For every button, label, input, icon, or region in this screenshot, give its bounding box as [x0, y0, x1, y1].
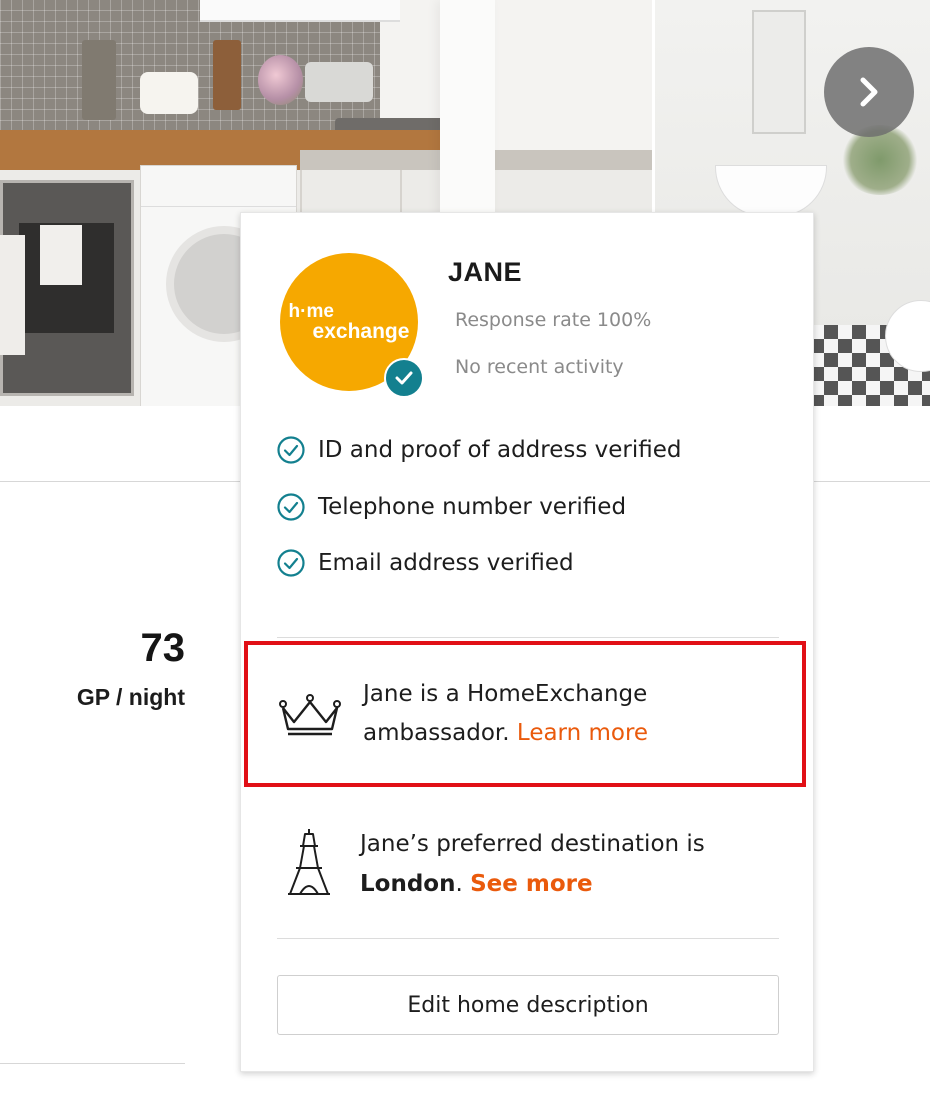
ambassador-text: Jane is a HomeExchange ambassador. Learn…	[363, 681, 649, 746]
check-circle-icon	[277, 549, 305, 577]
check-circle-icon	[277, 436, 305, 464]
eiffel-tower-icon	[288, 829, 330, 895]
homeexchange-logo: h·me exchange	[288, 301, 410, 343]
utensil-holder	[82, 40, 116, 120]
mirror	[752, 10, 806, 134]
activity-status: No recent activity	[455, 356, 624, 378]
flowers	[258, 55, 303, 105]
bathroom-sink	[715, 165, 827, 217]
chevron-right-icon	[860, 77, 878, 107]
host-profile-card: h·me exchange JANE Response rate 100% No…	[240, 212, 814, 1072]
ambassador-section: Jane is a HomeExchange ambassador. Learn…	[244, 641, 806, 787]
verification-label: Email address verified	[318, 550, 574, 576]
crown-icon	[279, 694, 341, 736]
upper-cabinet	[200, 0, 400, 22]
toaster	[140, 72, 198, 114]
divider	[0, 1063, 185, 1064]
verification-item: ID and proof of address verified	[276, 435, 682, 465]
washer-panel	[141, 166, 296, 207]
learn-more-link[interactable]: Learn more	[517, 720, 648, 746]
verified-check-icon	[384, 358, 424, 398]
plates	[305, 62, 373, 102]
preferred-destination-text: Jane’s preferred destination is London. …	[360, 831, 705, 897]
divider	[277, 637, 779, 638]
verification-label: ID and proof of address verified	[318, 437, 682, 463]
divider	[277, 938, 779, 939]
destination-city: London	[360, 871, 456, 897]
verification-item: Email address verified	[276, 548, 574, 578]
check-circle-icon	[277, 493, 305, 521]
towel	[40, 225, 82, 285]
host-name: JANE	[448, 257, 523, 287]
price-unit: GP / night	[76, 684, 185, 710]
edit-home-description-button[interactable]: Edit home description	[277, 975, 779, 1035]
next-photo-button[interactable]	[824, 47, 914, 137]
verification-label: Telephone number verified	[318, 494, 627, 520]
knife-block	[213, 40, 241, 110]
verification-item: Telephone number verified	[276, 492, 626, 522]
towel	[0, 235, 25, 355]
see-more-link[interactable]: See more	[470, 871, 592, 897]
response-rate: Response rate 100%	[455, 309, 652, 331]
price-value: 73	[140, 626, 186, 670]
